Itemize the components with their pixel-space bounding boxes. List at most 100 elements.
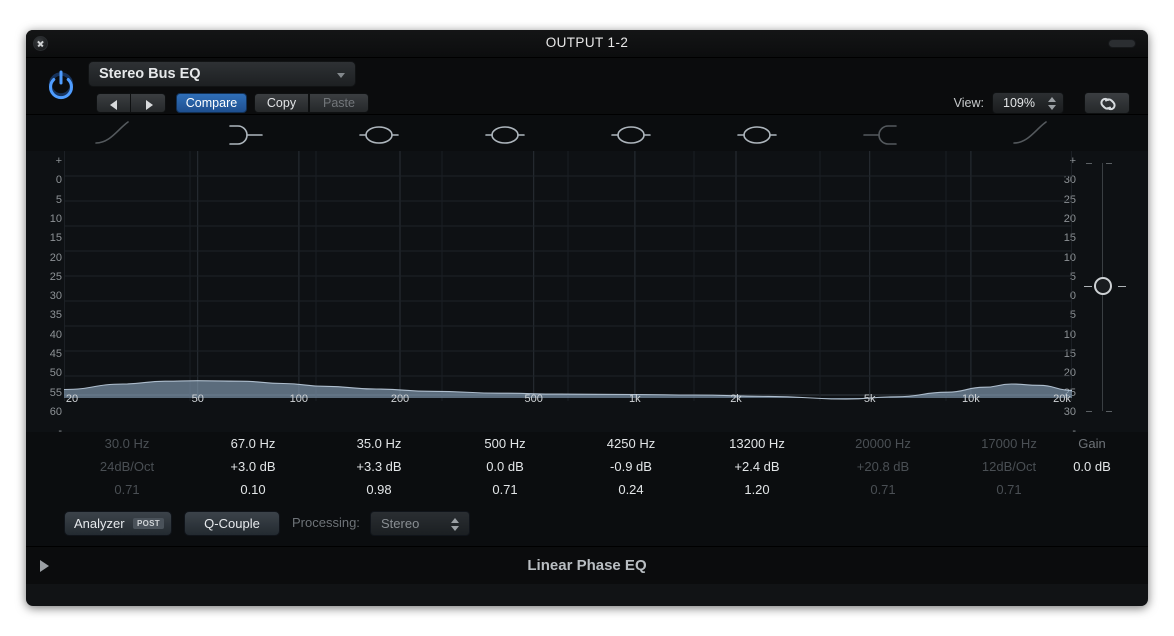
power-icon[interactable]: [44, 66, 78, 100]
band-gain-value[interactable]: -0.9 dB: [567, 455, 695, 478]
peak-filter-icon-glyph: [611, 126, 651, 144]
band-gain-value[interactable]: +3.3 dB: [315, 455, 443, 478]
band-parameter-column[interactable]: 13200 Hz +2.4 dB 1.20: [693, 432, 821, 501]
paste-button[interactable]: Paste: [309, 93, 369, 113]
preset-name: Stereo Bus EQ: [99, 66, 201, 82]
eq-graph-panel[interactable]: +0 5 10 15 20 25 30 35 40 45 50 55 60- +30 25 20 15 10 5 0…: [26, 114, 1148, 432]
frequency-tick: 10k: [961, 393, 980, 405]
resize-grip-icon[interactable]: [1108, 39, 1136, 48]
frequency-tick: 2k: [730, 393, 742, 405]
gain-rail-mark: [1106, 411, 1112, 412]
high-shelf-filter-icon[interactable]: [840, 117, 926, 149]
band-gain-value[interactable]: 0.0 dB: [441, 455, 569, 478]
q-couple-button[interactable]: Q-Couple: [184, 511, 280, 536]
band-parameter-column[interactable]: 67.0 Hz +3.0 dB 0.10: [189, 432, 317, 501]
lowpass-filter-icon[interactable]: [966, 117, 1052, 149]
band-handle-row: [26, 115, 1148, 151]
db-scale-left: +0 5 10 15 20 25 30 35 40 45 50 55 60 -: [32, 151, 62, 432]
band-frequency-value[interactable]: 35.0 Hz: [315, 432, 443, 455]
band-q-value[interactable]: 0.24: [567, 478, 695, 501]
db-tick-right: -: [1072, 425, 1076, 432]
lowpass-filter-icon-glyph: [1013, 121, 1047, 144]
band-q-value[interactable]: 0.71: [945, 478, 1073, 501]
band-parameter-table: 30.0 Hz 24dB/Oct 0.71 67.0 Hz +3.0 dB 0.10 35.…: [26, 432, 1148, 506]
db-tick-left: +: [55, 155, 62, 167]
peak-filter-icon[interactable]: [588, 117, 674, 149]
analyzer-button[interactable]: Analyzer POST: [64, 511, 172, 536]
stepper-down-icon[interactable]: [1048, 105, 1056, 110]
band-gain-value[interactable]: +3.0 dB: [189, 455, 317, 478]
select-up-icon[interactable]: [451, 518, 459, 523]
plugin-toolbar: Stereo Bus EQ Compare Copy Paste View: 1…: [26, 58, 1148, 114]
db-tick-left: 10: [49, 212, 62, 225]
highpass-filter-icon[interactable]: [84, 117, 170, 149]
band-q-value[interactable]: 0.71: [819, 478, 947, 501]
frequency-tick: 20: [65, 393, 79, 405]
link-icon[interactable]: [1084, 92, 1130, 114]
preset-menu[interactable]: Stereo Bus EQ: [88, 61, 356, 87]
band-frequency-value[interactable]: 500 Hz: [441, 432, 569, 455]
eq-plot-area[interactable]: [64, 151, 1072, 401]
frequency-tick: 500: [524, 393, 543, 405]
processing-value: Stereo: [381, 516, 420, 531]
processing-select[interactable]: Stereo: [370, 511, 470, 536]
processing-label: Processing:: [292, 515, 360, 530]
band-parameter-column[interactable]: 500 Hz 0.0 dB 0.71: [441, 432, 569, 501]
band-q-value[interactable]: 0.10: [189, 478, 317, 501]
plugin-window: OUTPUT 1-2 Stereo Bus EQ Compare Copy Pa…: [26, 30, 1148, 606]
low-shelf-filter-icon[interactable]: [210, 117, 296, 149]
band-q-value[interactable]: 0.71: [441, 478, 569, 501]
next-preset-button[interactable]: [131, 93, 166, 113]
gain-slider-knob[interactable]: [1094, 277, 1112, 295]
master-gain-value[interactable]: 0.0 dB: [1046, 455, 1138, 478]
peak-filter-icon[interactable]: [714, 117, 800, 149]
peak-filter-icon[interactable]: [336, 117, 422, 149]
band-gain-value[interactable]: +2.4 dB: [693, 455, 821, 478]
db-tick-left: 15: [49, 232, 62, 245]
eq-response-curve: [64, 380, 1072, 400]
copy-button[interactable]: Copy: [254, 93, 309, 113]
view-zoom-value: 109%: [1003, 96, 1035, 110]
band-frequency-value[interactable]: 20000 Hz: [819, 432, 947, 455]
triangle-left-icon: [110, 100, 117, 110]
band-q-value[interactable]: 0.71: [63, 478, 191, 501]
gain-rail-mark: [1086, 163, 1092, 164]
chevron-down-icon: [337, 73, 345, 78]
plugin-name: Linear Phase EQ: [527, 557, 647, 574]
triangle-right-icon: [146, 100, 153, 110]
db-tick-left: 30: [49, 290, 62, 303]
link-glyph: [1100, 97, 1116, 111]
peak-filter-icon-glyph: [485, 126, 525, 144]
master-gain-label: Gain: [1078, 436, 1106, 451]
band-gain-value[interactable]: +20.8 dB: [819, 455, 947, 478]
band-parameter-column[interactable]: 35.0 Hz +3.3 dB 0.98: [315, 432, 443, 501]
frequency-tick: 100: [289, 393, 309, 405]
peak-filter-icon[interactable]: [462, 117, 548, 149]
frequency-tick: 20k: [1053, 393, 1071, 405]
analyzer-post-badge[interactable]: POST: [133, 518, 164, 529]
view-zoom-stepper[interactable]: 109%: [992, 92, 1064, 114]
master-gain-column[interactable]: Gain 0.0 dB: [1046, 432, 1138, 478]
band-frequency-value[interactable]: 30.0 Hz: [63, 432, 191, 455]
band-gain-value[interactable]: 24dB/Oct: [63, 455, 191, 478]
gain-rail-mark: [1086, 411, 1092, 412]
band-frequency-value[interactable]: 67.0 Hz: [189, 432, 317, 455]
db-tick-left: 55: [49, 386, 62, 399]
frequency-tick: 5k: [863, 393, 876, 405]
stepper-up-icon[interactable]: [1048, 97, 1056, 102]
band-frequency-value[interactable]: 13200 Hz: [693, 432, 821, 455]
band-parameter-column[interactable]: 20000 Hz +20.8 dB 0.71: [819, 432, 947, 501]
select-down-icon[interactable]: [451, 526, 459, 531]
frequency-tick: 200: [390, 393, 410, 405]
gain-knob-tick-left: [1084, 286, 1092, 287]
band-q-value[interactable]: 1.20: [693, 478, 821, 501]
previous-preset-button[interactable]: [96, 93, 131, 113]
band-frequency-value[interactable]: 4250 Hz: [567, 432, 695, 455]
compare-button[interactable]: Compare: [176, 93, 247, 113]
band-parameter-column[interactable]: 30.0 Hz 24dB/Oct 0.71: [63, 432, 191, 501]
band-parameter-column[interactable]: 4250 Hz -0.9 dB 0.24: [567, 432, 695, 501]
bottom-controls: Analyzer POST Q-Couple Processing: Stere…: [26, 506, 1148, 546]
band-q-value[interactable]: 0.98: [315, 478, 443, 501]
peak-filter-icon-glyph: [737, 126, 777, 144]
frequency-tick: 50: [191, 393, 204, 405]
